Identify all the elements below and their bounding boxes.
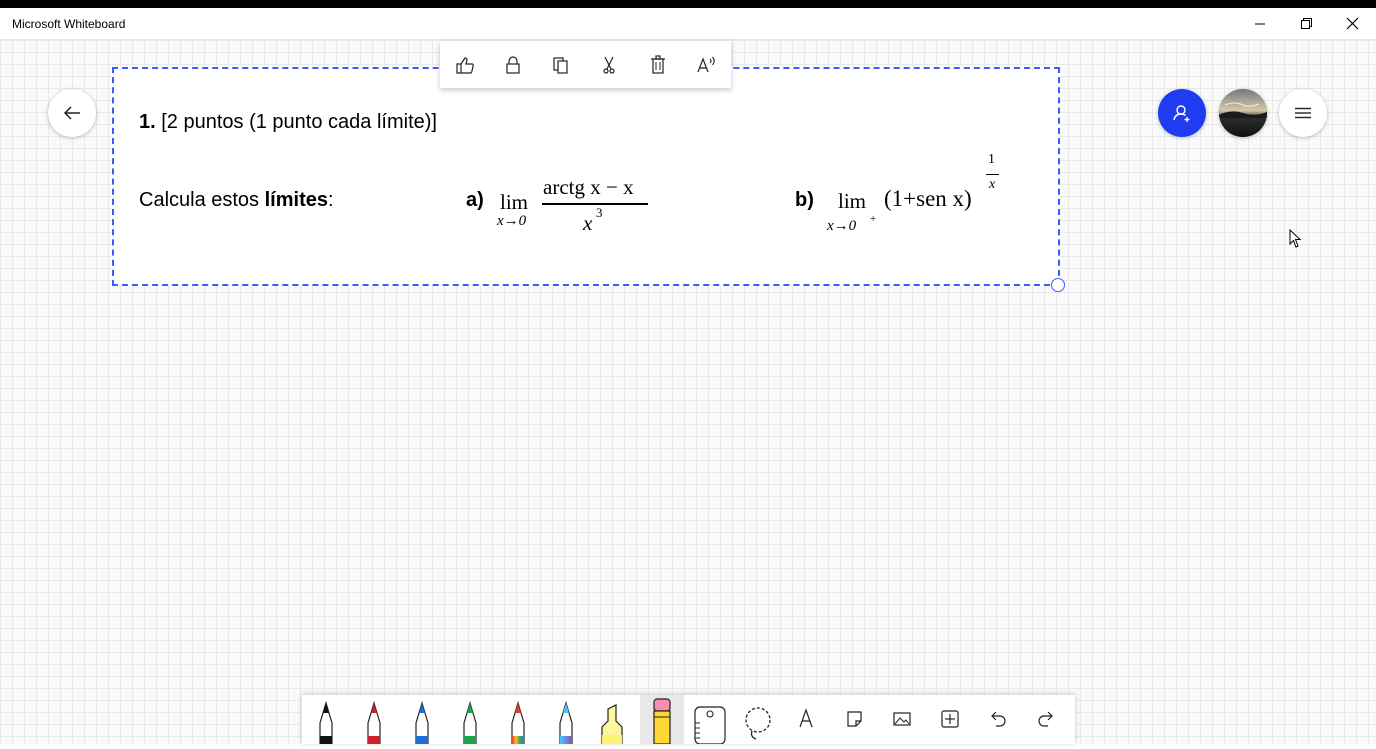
avatar[interactable]: [1219, 89, 1267, 137]
app-title: Microsoft Whiteboard: [12, 17, 126, 31]
pen-toolbar: [302, 695, 1075, 745]
text-button[interactable]: [784, 695, 828, 744]
minimize-button[interactable]: [1237, 8, 1283, 40]
restore-button[interactable]: [1283, 8, 1329, 40]
cut-icon: [603, 56, 615, 74]
eraser[interactable]: [640, 695, 684, 745]
menu-button[interactable]: [1279, 89, 1327, 137]
undo-button[interactable]: [976, 695, 1020, 744]
question-number: 1.: [139, 111, 156, 133]
part-a-lim: lim: [500, 190, 529, 214]
restore-icon: [1301, 18, 1312, 29]
ruler[interactable]: [688, 695, 732, 745]
cut-button[interactable]: [596, 52, 622, 78]
back-arrow-icon: [63, 106, 80, 120]
fraction-bar-a: [542, 203, 648, 205]
thumbs-up-icon: [456, 57, 474, 74]
hamburger-menu-icon: [1295, 107, 1311, 119]
part-a-label: a): [466, 189, 484, 211]
part-a-exponent: 3: [596, 205, 603, 220]
close-icon: [1346, 17, 1359, 30]
instruction-prefix: Calcula estos: [139, 189, 265, 211]
instruction-suffix: :: [327, 189, 334, 211]
text-icon: [799, 708, 813, 728]
highlighter[interactable]: [592, 695, 636, 745]
insert-button[interactable]: [928, 695, 972, 744]
part-a-numerator: arctg x − x: [543, 175, 634, 199]
delete-button[interactable]: [645, 52, 671, 78]
part-b-exp-num: 1: [988, 152, 995, 167]
share-icon: [1173, 105, 1190, 122]
lasso[interactable]: [736, 695, 780, 744]
part-b-exp-den: x: [989, 177, 996, 192]
mouse-cursor-icon: [1289, 229, 1302, 248]
instruction-text: Calcula estos límites:: [139, 189, 334, 212]
part-b-sub-sup: +: [870, 213, 877, 225]
green-pen[interactable]: [448, 695, 492, 745]
part-b-expression: (1+sen x): [884, 186, 972, 211]
galaxy-pen[interactable]: [544, 695, 588, 745]
instruction-bold: límites: [264, 189, 328, 211]
part-b-lim: lim: [838, 189, 867, 213]
lock-icon: [506, 56, 520, 74]
lock-button[interactable]: [500, 52, 526, 78]
part-b-sub: x→0: [827, 218, 857, 234]
rainbow-pen[interactable]: [496, 695, 540, 745]
close-button[interactable]: [1329, 8, 1375, 40]
resize-handle[interactable]: [1051, 278, 1065, 292]
minimize-icon: [1255, 23, 1265, 25]
delete-icon: [651, 55, 665, 74]
copy-button[interactable]: [548, 52, 574, 78]
question-heading: 1. [2 puntos (1 punto cada límite)]: [139, 111, 437, 134]
read-aloud-icon: [697, 56, 715, 73]
blue-pen[interactable]: [400, 695, 444, 745]
black-pen[interactable]: [304, 695, 348, 745]
back-button[interactable]: [48, 89, 96, 137]
redo-button[interactable]: [1024, 695, 1068, 744]
share-button[interactable]: [1158, 89, 1206, 137]
title-bar: Microsoft Whiteboard: [0, 8, 1376, 40]
question-points: [2 puntos (1 punto cada límite)]: [161, 111, 437, 133]
insert-icon: [941, 710, 959, 728]
undo-icon: [991, 711, 1006, 727]
fraction-bar-b: [986, 174, 999, 175]
read-aloud-button[interactable]: [694, 52, 720, 78]
note-icon: [847, 711, 862, 727]
red-pen[interactable]: [352, 695, 396, 745]
image-button[interactable]: [880, 695, 924, 744]
note-button[interactable]: [832, 695, 876, 744]
part-a-sub: x→0: [497, 213, 527, 229]
react-button[interactable]: [452, 52, 478, 78]
part-a-denominator: x: [583, 211, 593, 235]
avatar-image: [1219, 89, 1267, 137]
copy-icon: [553, 57, 568, 74]
part-b-label: b): [795, 189, 814, 211]
context-toolbar: [440, 41, 731, 88]
image-icon: [893, 712, 911, 726]
top-edge: [0, 0, 1376, 8]
redo-icon: [1038, 711, 1053, 727]
